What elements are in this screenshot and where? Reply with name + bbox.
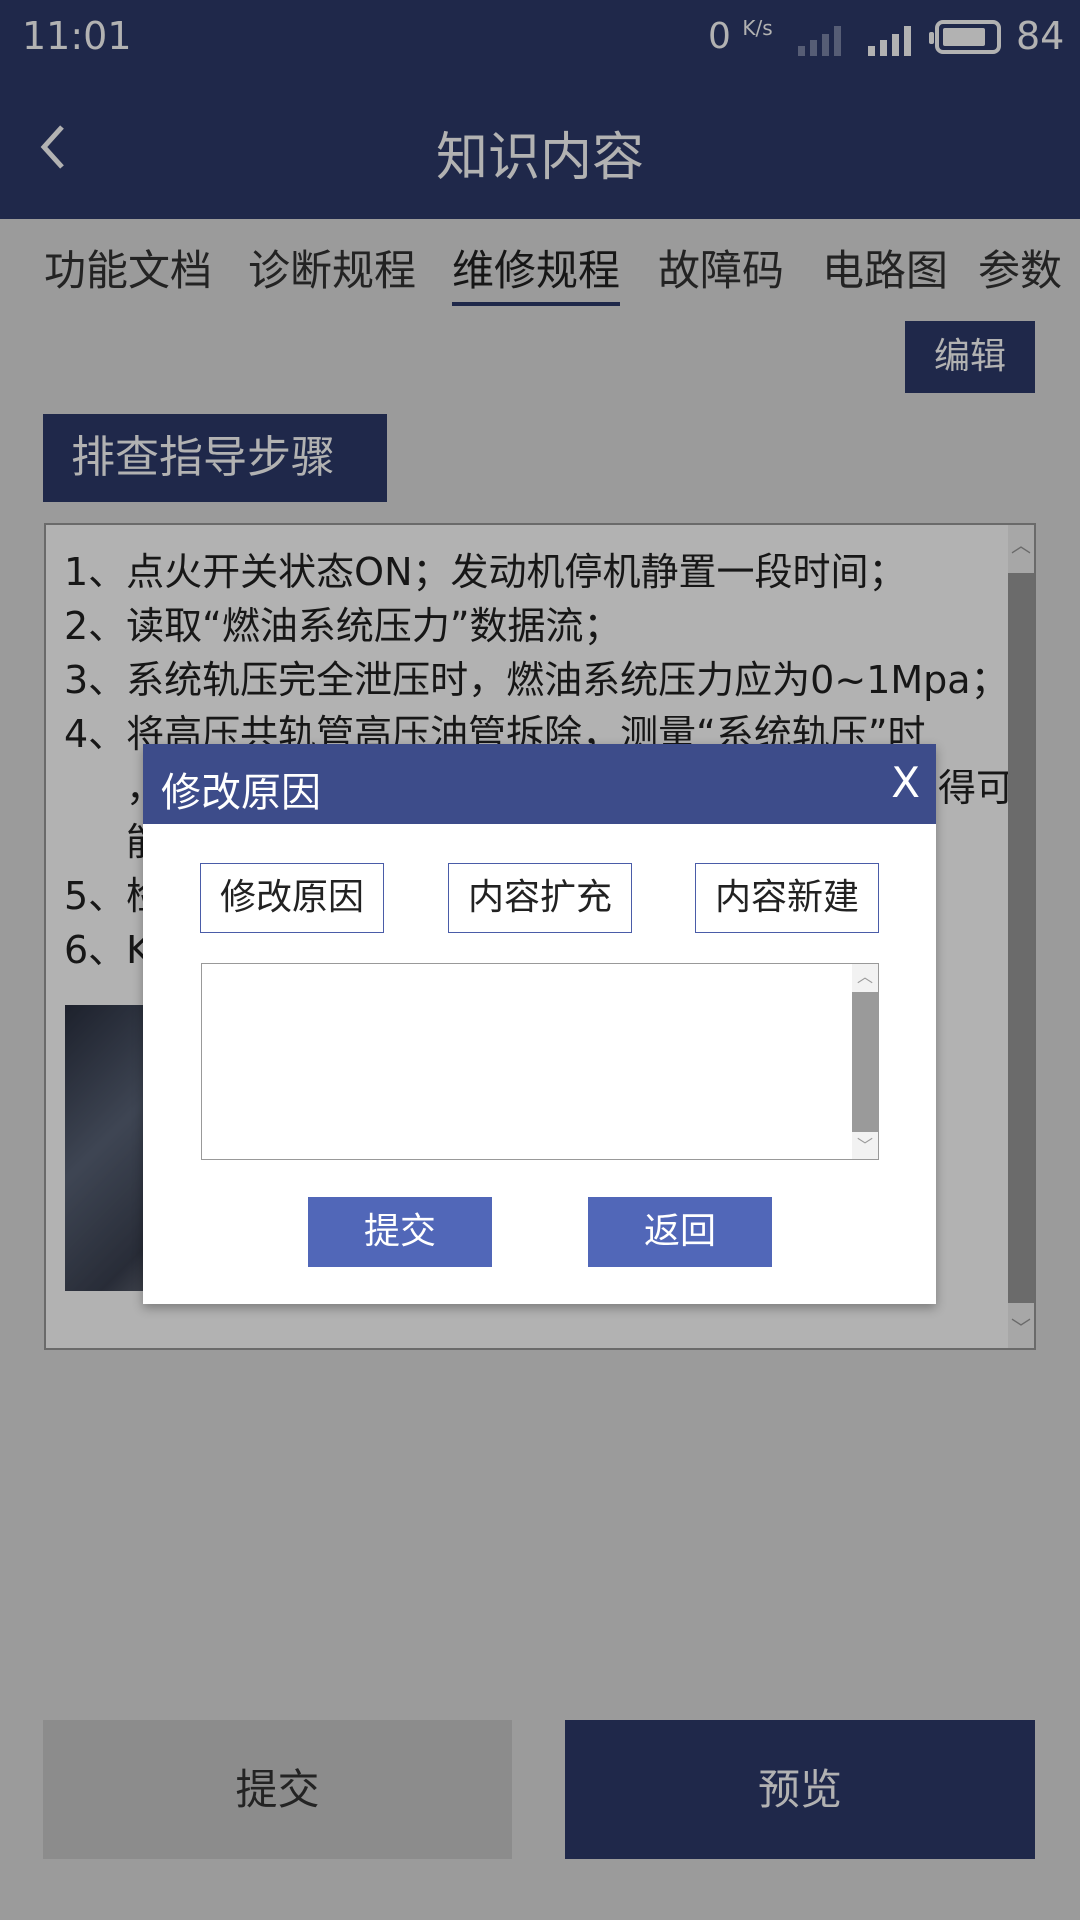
modify-reason-dialog: 修改原因 X 修改原因 内容扩充 内容新建 ︿ ﹀ 提交 返回: [143, 744, 936, 1304]
textarea-scrollbar[interactable]: ︿ ﹀: [852, 964, 878, 1159]
dialog-back-button[interactable]: 返回: [588, 1197, 772, 1267]
option-content-new[interactable]: 内容新建: [695, 863, 879, 933]
scroll-thumb[interactable]: [852, 992, 878, 1132]
reason-textarea[interactable]: ︿ ﹀: [201, 963, 879, 1160]
scroll-up-icon[interactable]: ︿: [852, 964, 878, 990]
scroll-down-icon[interactable]: ﹀: [852, 1133, 878, 1159]
option-modify-reason[interactable]: 修改原因: [200, 863, 384, 933]
dialog-title: 修改原因: [161, 770, 321, 816]
dialog-submit-button[interactable]: 提交: [308, 1197, 492, 1267]
option-content-expand[interactable]: 内容扩充: [448, 863, 632, 933]
close-icon[interactable]: X: [891, 758, 920, 807]
dialog-header: 修改原因 X: [143, 744, 936, 824]
